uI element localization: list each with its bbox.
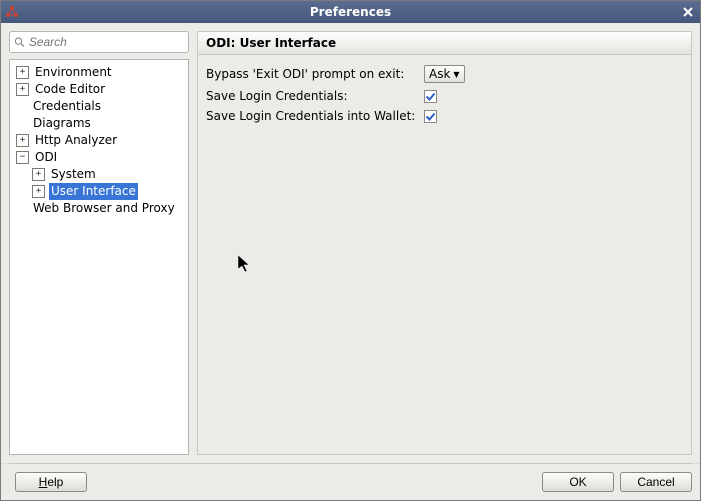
form-row-bypass: Bypass 'Exit ODI' prompt on exit: Ask ▼ (206, 65, 683, 83)
plus-icon[interactable]: + (32, 168, 45, 181)
preferences-window: Preferences (0, 0, 701, 501)
bypass-label: Bypass 'Exit ODI' prompt on exit: (206, 67, 416, 81)
close-icon (683, 7, 693, 17)
form-row-save-wallet: Save Login Credentials into Wallet: (206, 109, 683, 123)
tree-item-odi[interactable]: − ODI (14, 149, 188, 166)
button-bar: Help OK Cancel (1, 464, 700, 500)
tree-label: Environment (33, 64, 114, 81)
titlebar: Preferences (1, 1, 700, 23)
nav-tree: + Environment + Code Editor (10, 64, 188, 217)
cancel-button[interactable]: Cancel (620, 472, 692, 492)
plus-icon[interactable]: + (16, 83, 29, 96)
window-close-button[interactable] (680, 4, 696, 20)
tree-label: System (49, 166, 98, 183)
check-icon (425, 111, 436, 122)
form-row-save-login: Save Login Credentials: (206, 89, 683, 103)
minus-icon[interactable]: − (16, 151, 29, 164)
save-wallet-label: Save Login Credentials into Wallet: (206, 109, 416, 123)
search-icon (14, 36, 25, 48)
tree-label: ODI (33, 149, 59, 166)
search-box[interactable] (9, 31, 189, 53)
app-icon (5, 5, 19, 19)
panel-title: ODI: User Interface (197, 31, 692, 55)
help-button[interactable]: Help (15, 472, 87, 492)
tree-item-code-editor[interactable]: + Code Editor (14, 81, 188, 98)
tree-panel[interactable]: + Environment + Code Editor (9, 59, 189, 455)
tree-item-odi-user-interface[interactable]: + User Interface (30, 183, 188, 200)
leaf-icon (16, 203, 27, 214)
plus-icon[interactable]: + (32, 185, 45, 198)
window-title: Preferences (310, 5, 391, 19)
content-area: + Environment + Code Editor (1, 23, 700, 463)
left-pane: + Environment + Code Editor (9, 31, 189, 455)
chevron-down-icon: ▼ (453, 70, 459, 79)
tree-label: Credentials (31, 98, 103, 115)
leaf-icon (16, 118, 27, 129)
tree-item-web-browser[interactable]: Web Browser and Proxy (14, 200, 188, 217)
tree-label: Code Editor (33, 81, 107, 98)
search-input[interactable] (27, 34, 184, 50)
plus-icon[interactable]: + (16, 66, 29, 79)
tree-label: Diagrams (31, 115, 93, 132)
tree-label: Web Browser and Proxy (31, 200, 177, 217)
save-login-checkbox[interactable] (424, 90, 437, 103)
save-wallet-checkbox[interactable] (424, 110, 437, 123)
leaf-icon (16, 101, 27, 112)
right-pane: ODI: User Interface Bypass 'Exit ODI' pr… (197, 31, 692, 455)
tree-item-environment[interactable]: + Environment (14, 64, 188, 81)
plus-icon[interactable]: + (16, 134, 29, 147)
tree-item-credentials[interactable]: Credentials (14, 98, 188, 115)
save-login-label: Save Login Credentials: (206, 89, 416, 103)
ok-button[interactable]: OK (542, 472, 614, 492)
tree-label: Http Analyzer (33, 132, 119, 149)
tree-item-http-analyzer[interactable]: + Http Analyzer (14, 132, 188, 149)
bypass-value: Ask (429, 67, 450, 81)
panel-body: Bypass 'Exit ODI' prompt on exit: Ask ▼ … (197, 55, 692, 455)
tree-item-odi-system[interactable]: + System (30, 166, 188, 183)
tree-item-diagrams[interactable]: Diagrams (14, 115, 188, 132)
tree-label: User Interface (49, 183, 138, 200)
bypass-select[interactable]: Ask ▼ (424, 65, 465, 83)
check-icon (425, 91, 436, 102)
